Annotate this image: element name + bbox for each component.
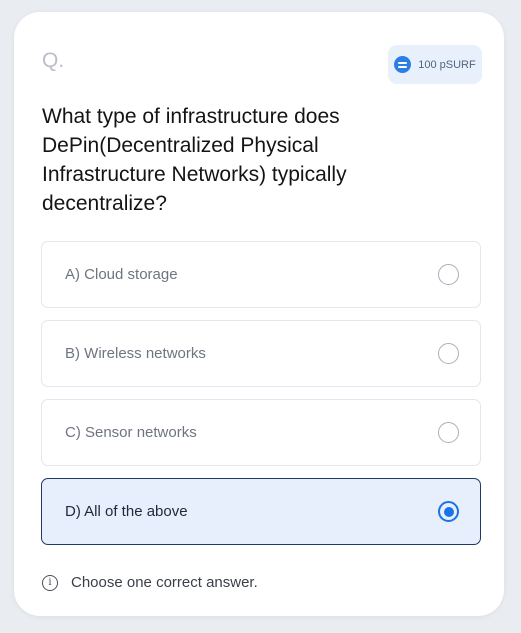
- option-label: D) All of the above: [65, 503, 188, 520]
- info-icon: i: [42, 574, 58, 591]
- quiz-card: Q. 100 pSURF What type of infrastructure…: [14, 12, 504, 616]
- option-b[interactable]: B) Wireless networks: [41, 320, 481, 387]
- option-label: C) Sensor networks: [65, 424, 197, 441]
- option-label: A) Cloud storage: [65, 266, 178, 283]
- radio-icon[interactable]: [438, 264, 459, 285]
- answer-hint: i Choose one correct answer.: [42, 574, 258, 591]
- radio-checked-icon[interactable]: [438, 501, 459, 522]
- coin-icon: [394, 56, 412, 73]
- reward-badge: 100 pSURF: [388, 45, 482, 84]
- reward-label: 100 pSURF: [418, 58, 476, 71]
- option-label: B) Wireless networks: [65, 345, 206, 362]
- question-text: What type of infrastructure does DePin(D…: [42, 105, 347, 215]
- option-c[interactable]: C) Sensor networks: [41, 399, 481, 466]
- radio-icon[interactable]: [438, 343, 459, 364]
- question-marker: Q.: [42, 49, 65, 72]
- option-a[interactable]: A) Cloud storage: [41, 241, 481, 308]
- radio-icon[interactable]: [438, 422, 459, 443]
- option-d[interactable]: D) All of the above: [41, 478, 481, 545]
- hint-text: Choose one correct answer.: [71, 574, 258, 591]
